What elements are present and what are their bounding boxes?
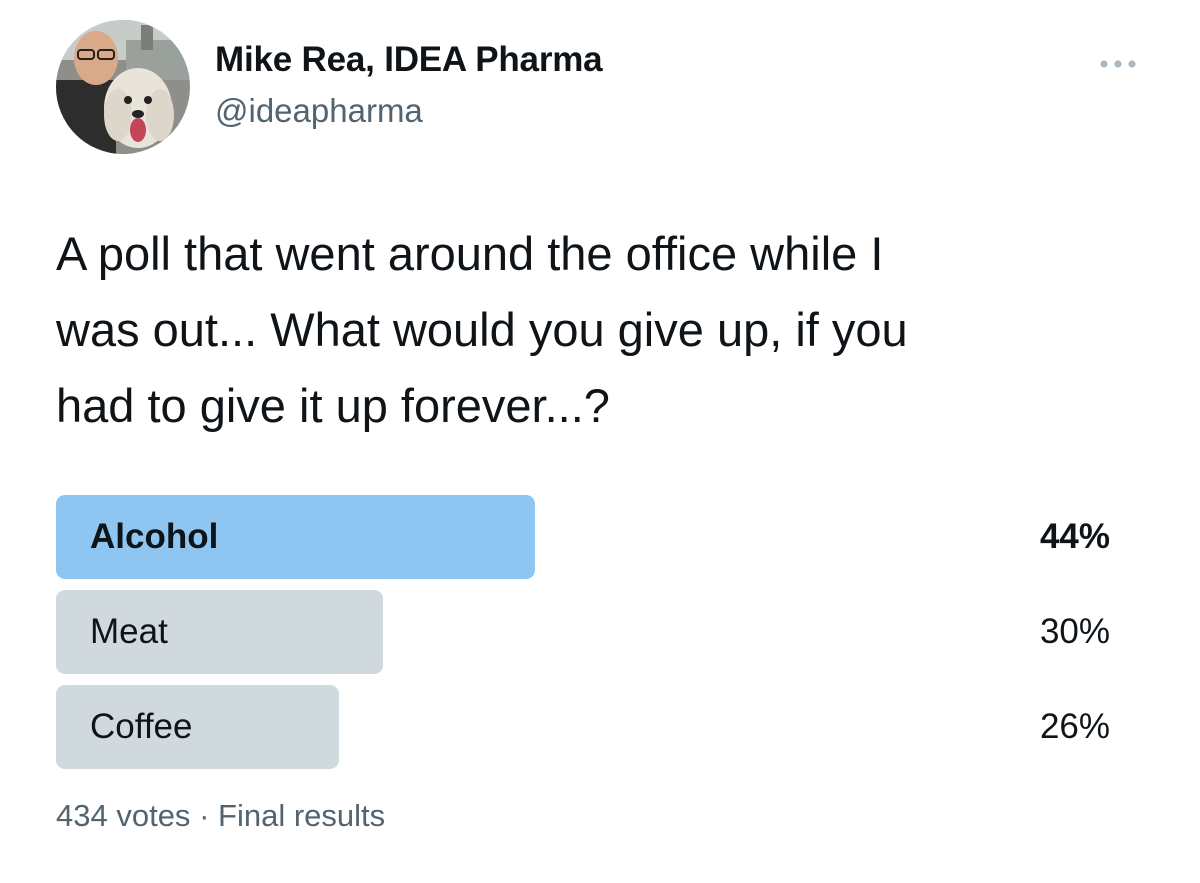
poll-option-label: Alcohol bbox=[90, 517, 219, 556]
poll-option-percent: 44% bbox=[1039, 517, 1110, 556]
tweet-text: A poll that went around the office while… bbox=[56, 216, 1146, 444]
more-horizontal-icon bbox=[1100, 60, 1136, 68]
poll-option-percent: 30% bbox=[1039, 612, 1110, 651]
profile-photo bbox=[56, 20, 190, 154]
author-handle[interactable]: @ideapharma bbox=[215, 92, 423, 130]
poll-option-meat[interactable]: Meat 30% bbox=[56, 590, 1144, 674]
poll-status: Final results bbox=[218, 798, 386, 833]
vote-count: 434 votes bbox=[56, 798, 191, 833]
poll: Alcohol 44% Meat 30% Coffee 26% bbox=[56, 495, 1144, 780]
avatar[interactable] bbox=[56, 20, 190, 154]
poll-option-coffee[interactable]: Coffee 26% bbox=[56, 685, 1144, 769]
author-name[interactable]: Mike Rea, IDEA Pharma bbox=[215, 40, 603, 80]
poll-option-label: Coffee bbox=[90, 707, 193, 746]
poll-footer: 434 votes · Final results bbox=[56, 798, 385, 834]
poll-option-alcohol[interactable]: Alcohol 44% bbox=[56, 495, 1144, 579]
tweet-text-line: A poll that went around the office while… bbox=[56, 227, 884, 280]
poll-option-label: Meat bbox=[90, 612, 168, 651]
more-options-button[interactable] bbox=[1092, 48, 1144, 78]
poll-option-percent: 26% bbox=[1039, 707, 1110, 746]
tweet-text-line: was out... What would you give up, if yo… bbox=[56, 303, 908, 356]
tweet-text-line: had to give it up forever...? bbox=[56, 379, 610, 432]
footer-separator: · bbox=[199, 798, 210, 833]
